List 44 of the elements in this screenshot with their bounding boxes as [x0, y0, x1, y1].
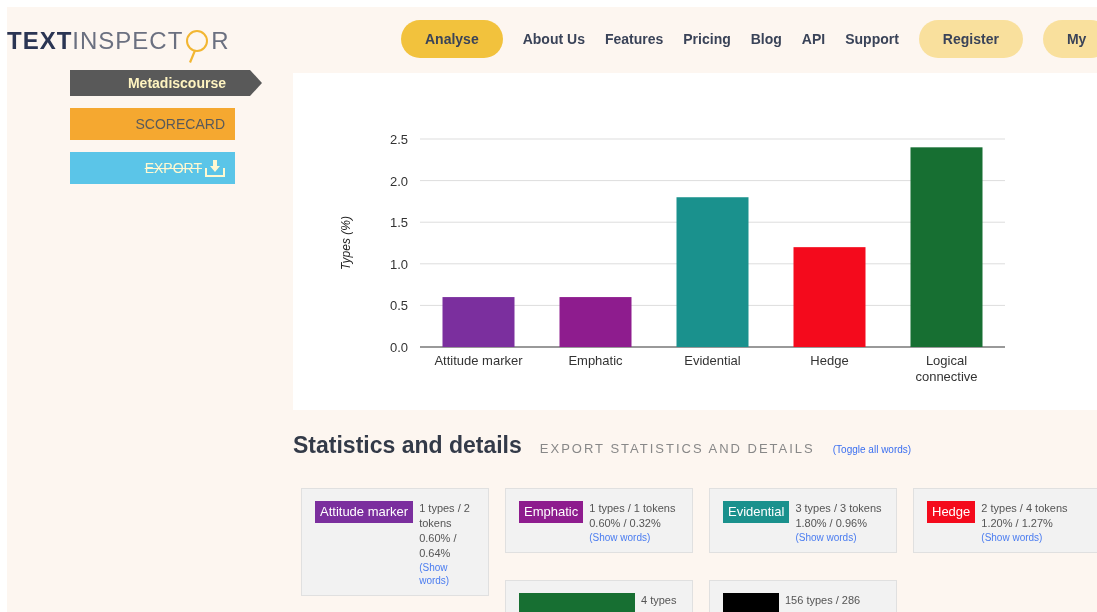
nav-link[interactable]: Pricing [683, 30, 731, 47]
nav-link[interactable]: Register [918, 19, 1023, 58]
logo-text: R [211, 26, 230, 55]
y-tick-label: 2.0 [389, 173, 408, 189]
y-axis-label: Types (%) [339, 216, 353, 270]
y-tick-label: 0.0 [389, 340, 408, 355]
y-tick-label: 2.5 [389, 132, 408, 147]
x-tick-label: Hedge [810, 353, 849, 368]
y-tick-label: 0.5 [389, 298, 408, 314]
x-tick-label: Logical connective [915, 353, 978, 384]
y-tick-label: 1.0 [389, 256, 408, 272]
nav-link[interactable]: Features [604, 30, 664, 47]
nav-link[interactable]: Blog [750, 30, 782, 47]
x-tick-label: Attitude marker [434, 353, 523, 368]
nav-link[interactable]: Support [845, 30, 899, 47]
stats-text: 1 types / 2 tokens 0.60% / 0.64% [419, 501, 471, 561]
x-tick-label: Evidential [684, 353, 741, 368]
stats-text: 4 types [641, 593, 677, 608]
category-tag: Evidential [723, 501, 790, 523]
category-tag: Attitude marker [315, 501, 414, 523]
nav-link[interactable]: Analyse [401, 19, 503, 58]
stats-text: 1 types / 1 tokens 0.60% / 0.32% [589, 501, 677, 531]
category-tag: Hedge [927, 501, 976, 523]
section-heading: Statistics and details [293, 432, 522, 459]
toggle-link[interactable]: (Toggle all words) [832, 444, 912, 455]
export-link[interactable]: EXPORT STATISTICS AND DETAILS [539, 441, 815, 456]
stats-text: 156 types / 286 [785, 593, 861, 608]
download-icon [205, 159, 225, 177]
current-section-tab[interactable]: Metadiscourse [70, 70, 262, 96]
nav-link[interactable]: API [801, 30, 826, 47]
logo-text: INSPECT [72, 26, 184, 55]
nav-link[interactable]: About Us [522, 30, 585, 47]
y-tick-label: 1.5 [389, 215, 408, 231]
logo-text: TEXT [7, 26, 73, 55]
x-tick-label: Emphatic [568, 353, 623, 368]
category-tag: Emphatic [519, 501, 584, 523]
show-words-link[interactable]: (Show words) [795, 531, 888, 544]
nav-link[interactable]: My [1042, 19, 1097, 58]
show-words-link[interactable]: (Show words) [589, 531, 684, 544]
scorecard-button[interactable]: SCORECARD [70, 108, 235, 140]
stats-text: 2 types / 4 tokens 1.20% / 1.27% [981, 501, 1069, 531]
show-words-link[interactable]: (Show words) [981, 531, 1092, 544]
show-words-link[interactable]: (Show words) [419, 561, 480, 587]
stats-text: 3 types / 3 tokens 1.80% / 0.96% [795, 501, 883, 531]
